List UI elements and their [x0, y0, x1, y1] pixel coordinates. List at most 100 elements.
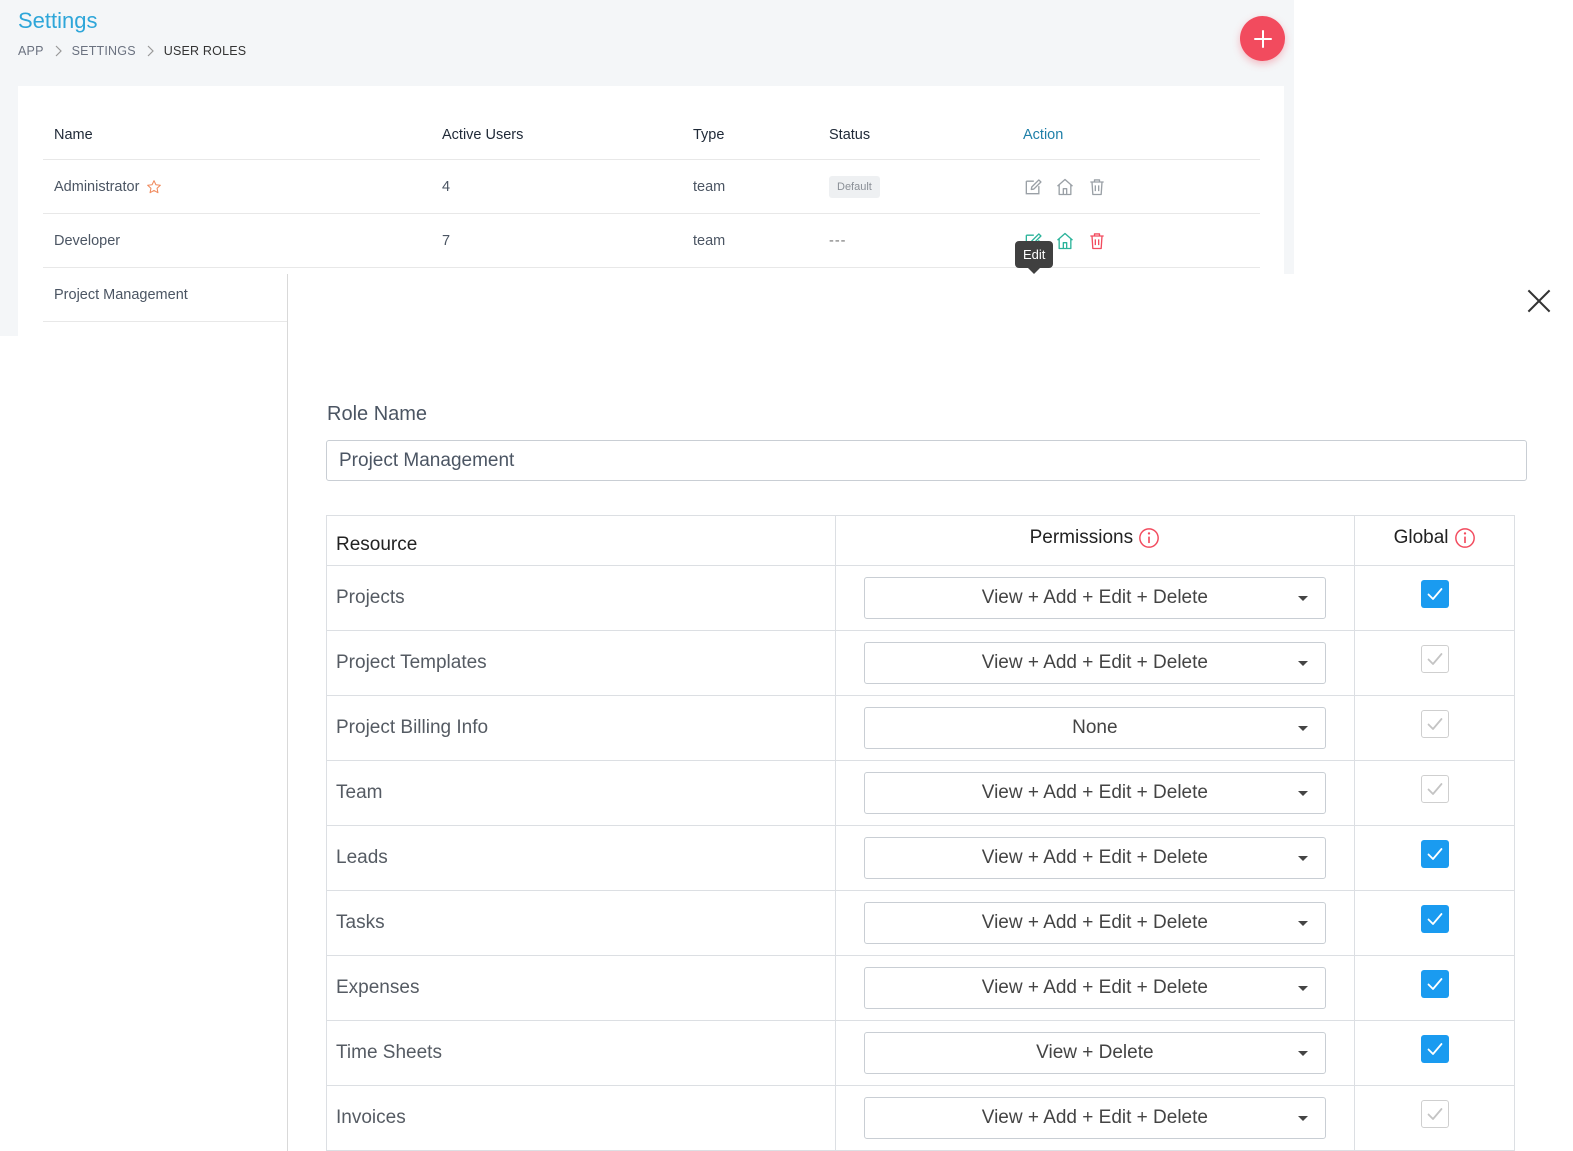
global-cell — [1355, 1086, 1515, 1150]
check-icon — [1427, 978, 1442, 990]
permission-value: View + Add + Edit + Delete — [981, 652, 1208, 673]
permission-value: View + Add + Edit + Delete — [981, 847, 1208, 868]
permissions-rows: Projects View + Add + Edit + Delete Projec… — [327, 566, 1515, 1151]
check-icon — [1427, 1043, 1442, 1055]
permission-select[interactable]: None — [863, 707, 1326, 749]
column-header-active-users[interactable]: Active Users — [442, 111, 523, 159]
global-checkbox[interactable] — [1420, 905, 1449, 933]
permission-row: Projects View + Add + Edit + Delete — [327, 566, 1515, 631]
permission-cell: View + Add + Edit + Delete — [836, 956, 1356, 1020]
check-icon — [1427, 1108, 1442, 1120]
check-icon — [1427, 718, 1442, 730]
resource-name: Time Sheets — [327, 1021, 836, 1085]
close-icon[interactable] — [1526, 288, 1552, 314]
global-checkbox[interactable] — [1420, 970, 1449, 998]
permission-row: Invoices View + Add + Edit + Delete — [327, 1086, 1515, 1151]
breadcrumb: APP SETTINGS USER ROLES — [18, 44, 246, 58]
permission-row: Tasks View + Add + Edit + Delete — [327, 891, 1515, 956]
resource-name: Tasks — [327, 891, 836, 955]
trash-icon[interactable] — [1087, 177, 1107, 197]
add-role-button[interactable] — [1240, 16, 1285, 61]
breadcrumb-app[interactable]: APP — [18, 44, 44, 58]
check-icon — [1427, 783, 1442, 795]
permission-cell: View + Add + Edit + Delete — [836, 761, 1356, 825]
permission-cell: View + Add + Edit + Delete — [836, 1086, 1356, 1150]
permission-cell: None — [836, 696, 1356, 760]
resource-name: Expenses — [327, 956, 836, 1020]
role-name-input[interactable] — [326, 440, 1527, 481]
permission-row: Team View + Add + Edit + Delete — [327, 761, 1515, 826]
global-checkbox[interactable] — [1420, 840, 1449, 868]
check-icon — [1427, 913, 1442, 925]
column-header-resource: Resource — [327, 516, 836, 565]
active-users: 4 — [442, 178, 451, 195]
global-cell — [1355, 956, 1515, 1020]
permission-row: Project Billing Info None — [327, 696, 1515, 761]
global-checkbox[interactable] — [1420, 580, 1449, 608]
global-checkbox[interactable] — [1420, 1035, 1449, 1063]
table-row[interactable]: Administrator 4 team Default — [43, 160, 1260, 214]
permission-select[interactable]: View + Add + Edit + Delete — [863, 577, 1326, 619]
permission-select[interactable]: View + Delete — [863, 1032, 1326, 1074]
caret-down-icon — [1297, 661, 1308, 666]
trash-icon[interactable] — [1087, 231, 1107, 251]
star-icon[interactable] — [146, 179, 162, 195]
permission-value: None — [1072, 717, 1118, 738]
permission-value: View + Add + Edit + Delete — [981, 912, 1208, 933]
permission-row: Leads View + Add + Edit + Delete — [327, 826, 1515, 891]
status-badge: Default — [829, 175, 880, 198]
permission-select[interactable]: View + Add + Edit + Delete — [863, 967, 1326, 1009]
permission-row: Project Templates View + Add + Edit + Del… — [327, 631, 1515, 696]
global-checkbox[interactable] — [1420, 775, 1449, 803]
column-header-type[interactable]: Type — [693, 111, 724, 159]
status-cell: Default — [829, 160, 880, 213]
caret-down-icon — [1297, 1051, 1308, 1056]
permissions-header-label: Permissions — [1029, 526, 1134, 548]
edit-icon[interactable] — [1023, 177, 1043, 197]
resource-name: Leads — [327, 826, 836, 890]
global-cell — [1355, 631, 1515, 695]
permission-select[interactable]: View + Add + Edit + Delete — [863, 772, 1326, 814]
check-icon — [1427, 848, 1442, 860]
info-icon[interactable] — [1138, 527, 1160, 549]
global-checkbox[interactable] — [1420, 710, 1449, 738]
resource-name: Project Templates — [327, 631, 836, 695]
permission-select[interactable]: View + Add + Edit + Delete — [863, 1097, 1326, 1139]
action-cell — [1023, 160, 1107, 213]
column-header-action: Action — [1023, 127, 1064, 143]
caret-down-icon — [1297, 1116, 1308, 1121]
column-header-name[interactable]: Name — [54, 111, 93, 159]
breadcrumb-user-roles: USER ROLES — [163, 44, 247, 58]
resource-name: Invoices — [327, 1086, 836, 1150]
role-name: Administrator — [54, 178, 140, 195]
permission-select[interactable]: View + Add + Edit + Delete — [863, 642, 1326, 684]
table-row[interactable]: Developer 7 team --- — [43, 214, 1260, 268]
permission-select[interactable]: View + Add + Edit + Delete — [863, 837, 1326, 879]
global-cell — [1355, 761, 1515, 825]
column-header-permissions: Permissions — [836, 516, 1356, 565]
permission-cell: View + Add + Edit + Delete — [836, 826, 1356, 890]
role-name: Developer — [54, 232, 121, 249]
edit-tooltip: Edit — [1015, 241, 1054, 274]
check-icon — [1427, 588, 1442, 600]
global-checkbox[interactable] — [1420, 645, 1449, 673]
permission-value: View + Add + Edit + Delete — [981, 782, 1208, 803]
global-cell — [1355, 891, 1515, 955]
role-name-cell: Administrator — [54, 160, 162, 213]
permission-select[interactable]: View + Add + Edit + Delete — [863, 902, 1326, 944]
home-icon[interactable] — [1055, 177, 1075, 197]
resource-name: Team — [327, 761, 836, 825]
permission-cell: View + Delete — [836, 1021, 1356, 1085]
column-header-status[interactable]: Status — [829, 111, 870, 159]
resource-name: Projects — [327, 566, 836, 630]
permission-row: Time Sheets View + Delete — [327, 1021, 1515, 1086]
global-checkbox[interactable] — [1420, 1100, 1449, 1128]
home-icon[interactable] — [1055, 231, 1075, 251]
permission-value: View + Delete — [1036, 1042, 1154, 1063]
info-icon[interactable] — [1454, 527, 1476, 549]
caret-down-icon — [1297, 986, 1308, 991]
permission-cell: View + Add + Edit + Delete — [836, 631, 1356, 695]
global-cell — [1355, 826, 1515, 890]
breadcrumb-settings[interactable]: SETTINGS — [72, 44, 136, 58]
caret-down-icon — [1297, 596, 1308, 601]
